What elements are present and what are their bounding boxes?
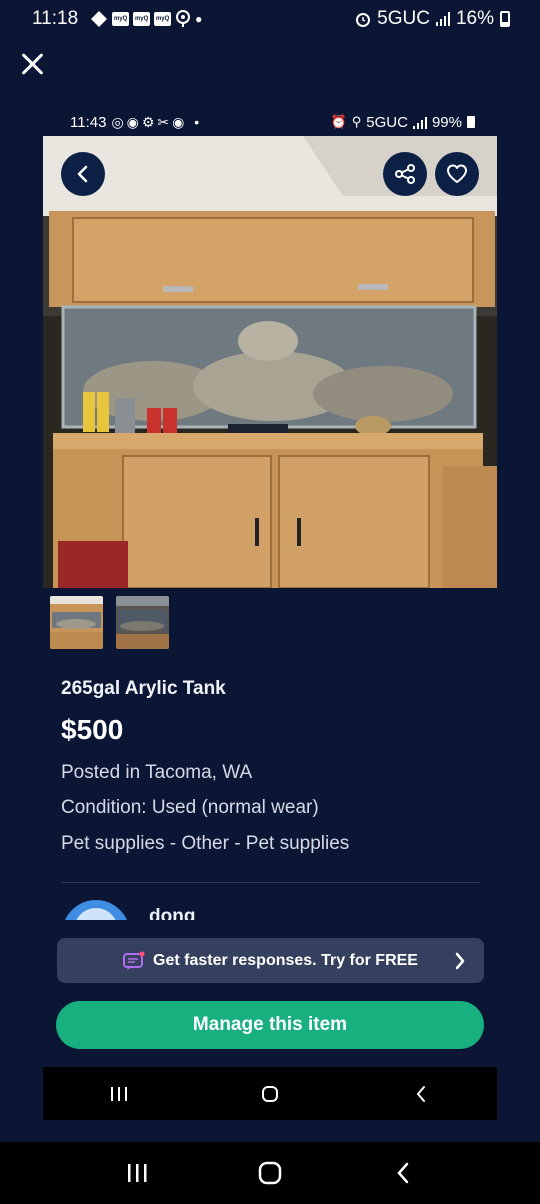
inner-notification-icons: ◎◉⚙✂◉ • — [111, 113, 203, 130]
chat-bubble-icon — [123, 951, 145, 970]
listing-category[interactable]: Pet supplies - Other - Pet supplies — [61, 833, 349, 855]
myq-icon: myQ — [133, 12, 151, 26]
inner-status-bar: 11:43 ◎◉⚙✂◉ • ⏰ ⚲ 5GUC 99% — [43, 108, 497, 136]
content-fade — [0, 920, 540, 940]
inner-battery-icon — [467, 116, 475, 128]
myq-icon: myQ — [112, 12, 130, 26]
listing-location[interactable]: Posted in Tacoma, WA — [61, 762, 252, 784]
thumbnail-image — [50, 596, 103, 649]
share-icon — [395, 164, 415, 184]
battery-label: 16% — [455, 8, 494, 29]
inner-navigation-bar — [43, 1067, 497, 1120]
dot-icon: ● — [195, 12, 203, 26]
screen: 11:18 myQ myQ myQ ● 5GUC 16% 11:43 ◎◉⚙✂◉… — [0, 0, 540, 1204]
thumbnail-image — [116, 596, 169, 649]
network-label: 5GUC — [377, 8, 430, 29]
myq-icon: myQ — [154, 12, 172, 26]
alarm-icon — [356, 13, 371, 27]
share-button[interactable] — [383, 152, 427, 196]
location-pin-icon — [176, 10, 191, 27]
inner-signal-icon — [412, 115, 427, 129]
notification-icons: myQ myQ myQ ● — [90, 10, 202, 28]
recents-icon[interactable] — [99, 1074, 139, 1114]
aquarium-photo — [43, 136, 497, 588]
inner-battery-label: 99% — [431, 113, 462, 131]
inner-alarm-icon: ⏰ — [330, 114, 347, 129]
close-icon[interactable] — [16, 48, 48, 80]
system-navigation-bar — [0, 1142, 540, 1204]
inner-status-time: 11:43 — [70, 113, 107, 131]
home-icon[interactable] — [250, 1153, 290, 1193]
thumbnail-1[interactable] — [50, 596, 103, 649]
recents-icon[interactable] — [117, 1153, 157, 1193]
manage-item-button[interactable]: Manage this item — [56, 1001, 484, 1049]
signal-icon — [435, 12, 450, 26]
battery-icon — [500, 11, 510, 27]
back-button[interactable] — [61, 152, 105, 196]
heart-icon — [447, 164, 467, 183]
thumbnail-2[interactable] — [116, 596, 169, 649]
status-time: 11:18 — [32, 8, 79, 29]
listing-condition: Condition: Used (normal wear) — [61, 797, 319, 818]
app-icon — [91, 11, 108, 27]
chevron-left-icon — [77, 165, 88, 183]
promo-label: Get faster responses. Try for FREE — [153, 951, 418, 969]
back-icon[interactable] — [383, 1153, 423, 1193]
favorite-button[interactable] — [435, 152, 479, 196]
divider — [61, 882, 480, 883]
inner-location-icon: ⚲ — [351, 114, 362, 129]
inner-network-label: 5GUC — [366, 113, 408, 131]
thumbnail-strip — [50, 596, 169, 649]
home-icon[interactable] — [250, 1074, 290, 1114]
status-bar: 11:18 myQ myQ myQ ● 5GUC 16% — [0, 0, 540, 38]
back-icon[interactable] — [401, 1074, 441, 1114]
chevron-right-icon — [455, 952, 465, 970]
listing-price: $500 — [61, 714, 124, 745]
listing-photo[interactable] — [43, 136, 497, 588]
promo-banner[interactable]: Get faster responses. Try for FREE — [57, 938, 484, 983]
listing-title: 265gal Arylic Tank — [61, 678, 226, 699]
